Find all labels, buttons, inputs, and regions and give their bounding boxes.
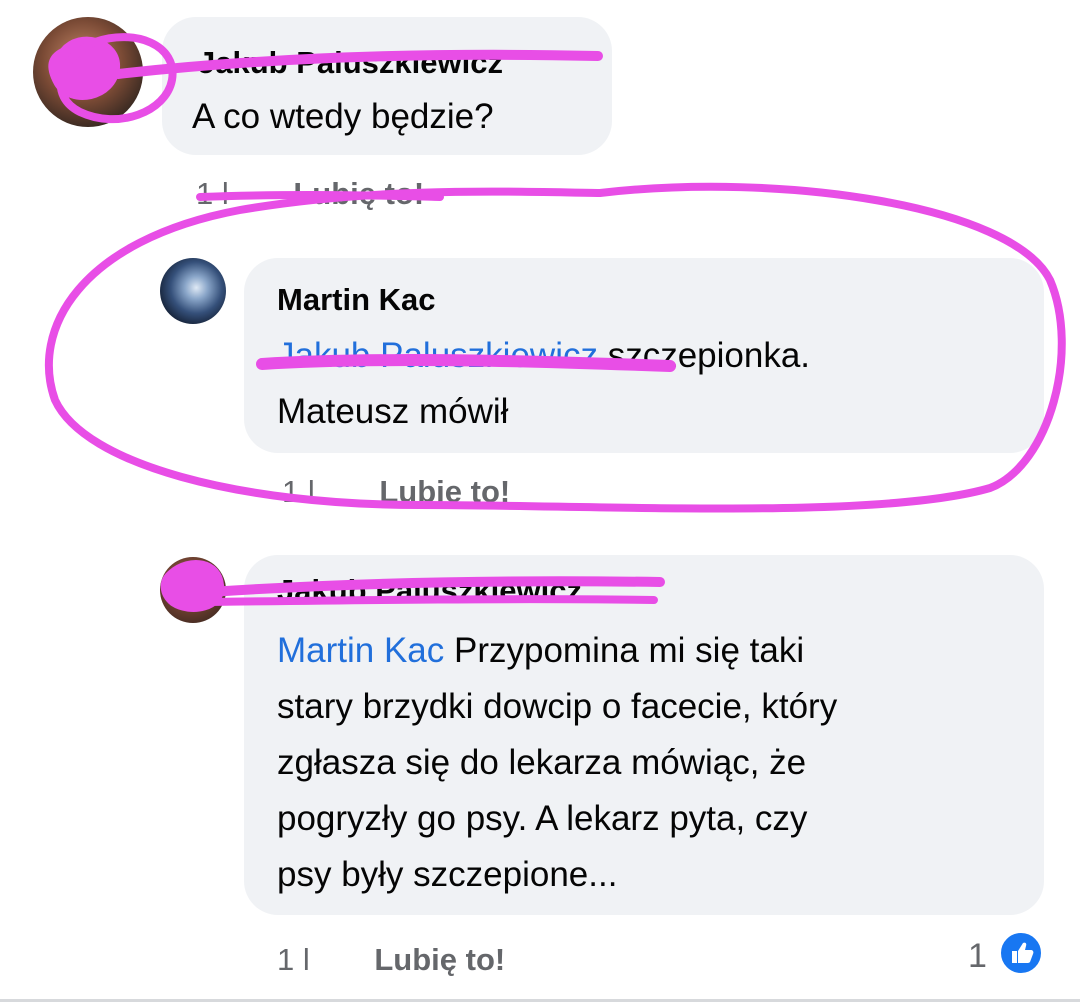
reaction-count-3[interactable]: 1 (968, 937, 987, 976)
comment-meta-2: 1 l Lubię to! (282, 474, 510, 510)
comment-time-3[interactable]: 1 l (277, 942, 310, 977)
like-button-2[interactable]: Lubię to! (379, 474, 510, 509)
like-button-1[interactable]: Lubię to! (293, 176, 424, 211)
comment-text-3-line4: pogryzły go psy. A lekarz pyta, czy (277, 799, 808, 838)
comment-text-3-line3: zgłasza się do lekarza mówiąc, że (277, 743, 807, 782)
comment-bubble-3: Jakub Paluszkiewicz Martin Kac Przypomin… (244, 555, 1044, 915)
comment-author-3[interactable]: Jakub Paluszkiewicz (277, 573, 582, 609)
comment-text-3-line5: psy były szczepione... (277, 855, 618, 894)
comment-text-2: Jakub Paluszkiewicz szczepionka. Mateusz… (277, 328, 1017, 440)
comment-meta-3: 1 l Lubię to! (277, 942, 505, 978)
comment-bubble-1: Jakub Paluszkiewicz A co wtedy będzie? (162, 17, 612, 155)
like-button-3[interactable]: Lubię to! (374, 942, 505, 977)
comment-text-3: Martin Kac Przypomina mi się taki stary … (277, 623, 1027, 903)
comment-text-2-line1: szczepionka. (597, 336, 811, 375)
comment-bubble-2: Martin Kac Jakub Paluszkiewicz szczepion… (244, 258, 1044, 453)
avatar-commenter-1[interactable] (33, 17, 143, 127)
mention-link-3[interactable]: Martin Kac (277, 631, 444, 670)
comment-time-2[interactable]: 1 l (282, 474, 315, 509)
thumbs-up-icon[interactable] (998, 930, 1044, 976)
comment-meta-1: 1 l Lubię to! (196, 176, 424, 212)
comment-text-3-line1: Przypomina mi się taki (444, 631, 805, 670)
avatar-commenter-2[interactable] (160, 258, 226, 324)
comment-text-1: A co wtedy będzie? (192, 97, 494, 136)
comment-author-1[interactable]: Jakub Paluszkiewicz (198, 45, 503, 81)
comment-author-2[interactable]: Martin Kac (277, 282, 435, 318)
mention-link-2[interactable]: Jakub Paluszkiewicz (277, 336, 598, 375)
comment-text-2-line2: Mateusz mówił (277, 392, 509, 431)
comment-time-1[interactable]: 1 l (196, 176, 229, 211)
avatar-commenter-3[interactable] (160, 557, 226, 623)
comment-text-3-line2: stary brzydki dowcip o facecie, który (277, 687, 838, 726)
